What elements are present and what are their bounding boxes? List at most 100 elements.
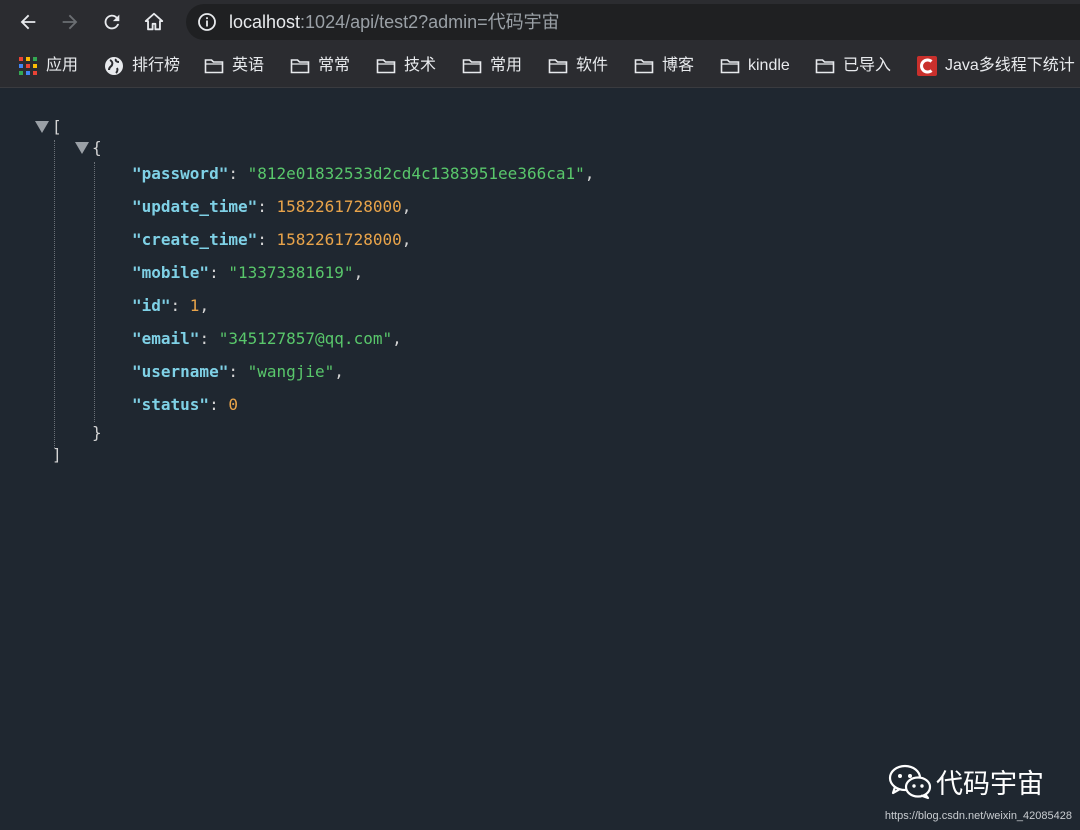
bookmark-folder-software[interactable]: 软件 bbox=[548, 54, 608, 78]
json-colon: : bbox=[228, 164, 248, 183]
json-key: "email" bbox=[132, 329, 200, 348]
json-key: "status" bbox=[132, 395, 210, 414]
bookmark-folder-imported[interactable]: 已导入 bbox=[815, 54, 891, 78]
csdn-icon bbox=[917, 56, 937, 76]
collapse-array-triangle-icon[interactable] bbox=[35, 121, 49, 133]
source-url-watermark: https://blog.csdn.net/weixin_42085428 bbox=[884, 810, 1072, 822]
json-comma: , bbox=[401, 197, 412, 216]
json-value: "812e01832533d2cd4c1383951ee366ca1" bbox=[247, 164, 585, 183]
bookmark-java-article[interactable]: Java多线程下统计 bbox=[917, 54, 1075, 78]
url-host: localhost bbox=[229, 12, 301, 32]
json-colon: : bbox=[170, 296, 190, 315]
folder-icon bbox=[204, 59, 224, 74]
browser-toolbar: localhost:1024/api/test2?admin=代码宇宙 bbox=[0, 0, 1080, 44]
folder-icon bbox=[548, 59, 568, 74]
folder-icon bbox=[462, 59, 482, 74]
json-value: 1582261728000 bbox=[276, 197, 402, 216]
json-colon: : bbox=[257, 197, 277, 216]
json-value: "13373381619" bbox=[228, 263, 354, 282]
array-close-bracket: ] bbox=[52, 445, 62, 464]
bookmark-label: 已导入 bbox=[843, 57, 892, 74]
bookmark-apps[interactable]: 应用 bbox=[18, 54, 78, 78]
bookmark-ranking[interactable]: 排行榜 bbox=[104, 54, 180, 78]
json-comma: , bbox=[584, 164, 595, 183]
json-key: "password" bbox=[132, 164, 229, 183]
bookmark-label: 英语 bbox=[232, 57, 265, 74]
folder-icon bbox=[290, 59, 310, 74]
json-comma: , bbox=[392, 329, 402, 348]
bookmark-folder-common[interactable]: 常用 bbox=[462, 54, 522, 78]
json-colon: : bbox=[209, 395, 229, 414]
object-close-brace: } bbox=[92, 423, 102, 442]
globe-icon bbox=[105, 57, 123, 75]
json-key: "create_time" bbox=[132, 230, 258, 249]
folder-icon bbox=[815, 59, 835, 74]
arrow-right-icon bbox=[62, 14, 78, 30]
json-entry-row: "id": 1, bbox=[132, 295, 209, 317]
json-entry-row: "email": "345127857@qq.com", bbox=[132, 328, 402, 350]
json-key: "username" bbox=[132, 362, 229, 381]
apps-grid-icon bbox=[19, 57, 37, 75]
json-colon: : bbox=[199, 329, 219, 348]
bookmark-folder-blog[interactable]: 博客 bbox=[634, 54, 694, 78]
json-key: "id" bbox=[132, 296, 171, 315]
json-comma: , bbox=[353, 263, 364, 282]
json-value: "345127857@qq.com" bbox=[218, 329, 393, 348]
json-colon: : bbox=[257, 230, 277, 249]
array-open-bracket: [ bbox=[52, 117, 62, 136]
json-value: 0 bbox=[228, 395, 238, 414]
bookmark-label: 技术 bbox=[404, 57, 437, 74]
json-value: 1 bbox=[189, 296, 200, 315]
reload-button[interactable] bbox=[98, 8, 126, 36]
json-value: 1582261728000 bbox=[276, 230, 402, 249]
bookmark-label: kindle bbox=[748, 57, 790, 74]
json-colon: : bbox=[209, 263, 229, 282]
array-indent-guide bbox=[54, 140, 55, 448]
json-entry-row: "password": "812e01832533d2cd4c1383951ee… bbox=[132, 163, 594, 185]
url-text: localhost:1024/api/test2?admin=代码宇宙 bbox=[229, 11, 560, 33]
forward-button[interactable] bbox=[56, 8, 84, 36]
bookmarks-bar: 应用 排行榜 英语 常常 技术 常用 软件 博客 kindle 已导入 Java… bbox=[0, 44, 1080, 88]
bookmark-label: 排行榜 bbox=[132, 57, 181, 74]
bookmark-label: 软件 bbox=[576, 57, 609, 74]
object-indent-guide bbox=[94, 162, 95, 422]
folder-icon bbox=[634, 59, 654, 74]
address-bar[interactable]: localhost:1024/api/test2?admin=代码宇宙 bbox=[186, 4, 1080, 40]
json-entry-row: "create_time": 1582261728000, bbox=[132, 229, 411, 251]
json-key: "mobile" bbox=[132, 263, 210, 282]
watermark-text: 代码宇宙 bbox=[936, 769, 1044, 800]
arrow-left-icon bbox=[20, 14, 36, 30]
json-entry-row: "status": 0 bbox=[132, 394, 238, 416]
bookmark-label: 应用 bbox=[46, 57, 79, 74]
bookmark-folder-tech[interactable]: 技术 bbox=[376, 54, 436, 78]
bookmark-label: Java多线程下统计 bbox=[945, 57, 1075, 74]
folder-icon bbox=[376, 59, 396, 74]
object-open-brace: { bbox=[92, 138, 102, 157]
home-button[interactable] bbox=[140, 8, 168, 36]
bookmark-folder-kindle[interactable]: kindle bbox=[720, 54, 790, 78]
json-entry-row: "username": "wangjie", bbox=[132, 361, 344, 383]
info-icon[interactable] bbox=[197, 12, 217, 32]
bookmark-label: 常常 bbox=[318, 57, 351, 74]
json-comma: , bbox=[334, 362, 344, 381]
json-key: "update_time" bbox=[132, 197, 258, 216]
wechat-icon bbox=[888, 764, 932, 799]
json-entry-row: "update_time": 1582261728000, bbox=[132, 196, 411, 218]
bookmark-label: 博客 bbox=[662, 57, 695, 74]
folder-icon bbox=[720, 59, 740, 74]
json-viewer: [ { "password": "812e01832533d2cd4c13839… bbox=[0, 88, 1080, 830]
json-entry-row: "mobile": "13373381619", bbox=[132, 262, 363, 284]
collapse-object-triangle-icon[interactable] bbox=[75, 142, 89, 154]
bookmark-folder-changchang[interactable]: 常常 bbox=[290, 54, 350, 78]
json-comma: , bbox=[401, 230, 412, 249]
json-colon: : bbox=[228, 362, 248, 381]
wechat-watermark: 代码宇宙 bbox=[888, 762, 1044, 801]
json-comma: , bbox=[199, 296, 210, 315]
home-icon bbox=[144, 12, 164, 31]
json-value: "wangjie" bbox=[247, 362, 335, 381]
bookmark-folder-english[interactable]: 英语 bbox=[204, 54, 264, 78]
bookmark-label: 常用 bbox=[490, 57, 523, 74]
reload-icon bbox=[104, 14, 120, 30]
url-path: :1024/api/test2?admin=代码宇宙 bbox=[300, 12, 560, 32]
back-button[interactable] bbox=[14, 8, 42, 36]
